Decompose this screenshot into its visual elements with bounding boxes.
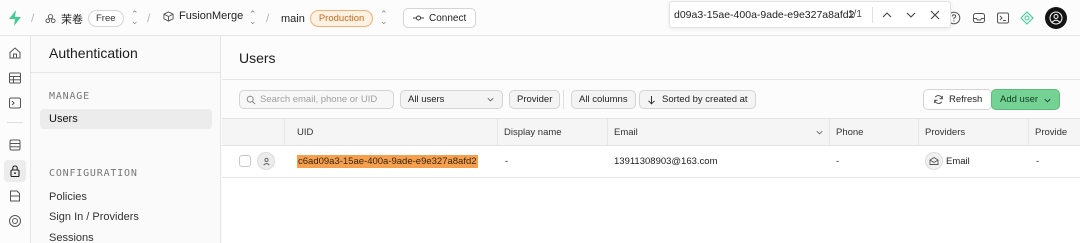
branch-name: main (281, 12, 305, 25)
provider-filter-label: Provider (517, 94, 553, 105)
section-label-configuration: CONFIGURATION (49, 168, 138, 179)
realtime-icon[interactable] (8, 214, 22, 228)
row-email: 13911308903@163.com (614, 156, 718, 167)
breadcrumb-org[interactable]: 茉卷 Free (45, 10, 124, 27)
user-icon (262, 157, 270, 165)
find-query[interactable]: d09a3-15ae-400a-9ade-e9e327a8afd2 (674, 9, 854, 21)
sort-button[interactable]: Sorted by created at (639, 90, 756, 109)
search-field[interactable] (239, 90, 394, 109)
inbox-icon[interactable] (972, 11, 986, 25)
sidebar-item-users[interactable]: Users (49, 113, 78, 125)
table-row[interactable]: c6ad09a3-15ae-400a-9ade-e9e327a8afd2 - 1… (222, 146, 1080, 178)
sidebar-item-sign-in-providers[interactable]: Sign In / Providers (49, 211, 139, 223)
assistant-icon[interactable] (1020, 11, 1034, 25)
row-phone: - (836, 156, 840, 167)
find-divider (872, 7, 873, 23)
project-switcher-icon[interactable]: ⌃ ⌄ (249, 10, 257, 26)
table-editor-icon[interactable] (8, 71, 22, 85)
breadcrumb-branch[interactable]: main Production (281, 10, 374, 27)
connect-button[interactable]: Connect (403, 8, 477, 28)
section-label-manage: MANAGE (49, 91, 90, 102)
sidebar-item-sessions[interactable]: Sessions (49, 232, 94, 243)
find-previous-icon[interactable] (880, 8, 894, 22)
page-title: Users (239, 50, 276, 66)
production-badge: Production (309, 10, 374, 27)
breadcrumb-separator: / (147, 11, 151, 25)
terminal-icon[interactable] (996, 11, 1010, 25)
columns-button[interactable]: All columns (571, 90, 636, 109)
find-close-icon[interactable] (928, 8, 942, 22)
arrow-down-icon (648, 95, 655, 105)
toolbar-divider (563, 90, 564, 109)
home-icon[interactable] (8, 46, 22, 60)
search-input[interactable] (260, 94, 390, 105)
org-plan-badge: Free (88, 10, 124, 27)
plug-icon (413, 15, 424, 21)
find-in-page-bar: d09a3-15ae-400a-9ade-e9e327a8afd2 1/1 (669, 1, 951, 28)
chevron-down-icon[interactable] (815, 128, 824, 137)
auth-sidebar: Authentication MANAGE Users CONFIGURATIO… (31, 36, 221, 243)
users-table: UID Display name Email Phone Providers P… (222, 118, 1080, 243)
database-icon[interactable] (8, 138, 22, 152)
main-content: Users All users Provider All columns Sor… (222, 36, 1080, 243)
user-row-icon (257, 152, 275, 170)
storage-icon[interactable] (8, 189, 22, 203)
breadcrumb-separator: / (266, 11, 270, 25)
add-user-label: Add user (1000, 94, 1039, 105)
mail-icon (929, 156, 939, 165)
users-filter-select[interactable]: All users (400, 90, 503, 109)
sidebar-divider (31, 72, 221, 73)
column-header-providers[interactable]: Providers (925, 127, 965, 138)
sidebar-title: Authentication (49, 45, 138, 61)
row-uid[interactable]: c6ad09a3-15ae-400a-9ade-e9e327a8afd2 (297, 155, 478, 168)
add-user-button[interactable]: Add user (991, 89, 1060, 110)
uid-search-highlight: c6ad09a3-15ae-400a-9ade-e9e327a8afd2 (297, 155, 478, 168)
connect-label: Connect (429, 12, 467, 24)
refresh-button[interactable]: Refresh (923, 89, 993, 110)
search-icon (246, 95, 256, 105)
breadcrumb-separator: / (31, 11, 35, 25)
project-box-icon (163, 10, 174, 22)
auth-lock-icon[interactable] (8, 164, 22, 178)
branch-switcher-icon[interactable]: ⌃ ⌄ (380, 10, 388, 26)
avatar-icon (1049, 11, 1063, 25)
project-name: FusionMerge (179, 10, 244, 22)
user-avatar[interactable] (1045, 7, 1067, 29)
column-header-uid[interactable]: UID (297, 127, 313, 138)
refresh-label: Refresh (949, 94, 983, 105)
sidebar-item-policies[interactable]: Policies (49, 191, 87, 203)
sort-label: Sorted by created at (662, 94, 748, 105)
refresh-icon (934, 95, 943, 104)
org-icon (45, 14, 56, 24)
chevron-down-icon (487, 97, 494, 102)
columns-label: All columns (579, 94, 628, 105)
row-checkbox[interactable] (239, 155, 251, 167)
provider-filter-button[interactable]: Provider (509, 90, 561, 109)
org-name: 茉卷 (61, 13, 83, 26)
breadcrumb-project[interactable]: FusionMerge (163, 10, 243, 22)
org-switcher-icon[interactable]: ⌃ ⌄ (131, 10, 139, 26)
column-header-email[interactable]: Email (614, 127, 638, 138)
supabase-dashboard: / 茉卷 Free ⌃ ⌄ / FusionMerge ⌃ ⌄ / main Pro… (0, 0, 1080, 243)
row-provider-extra: - (1036, 156, 1040, 167)
sql-editor-icon[interactable] (8, 96, 22, 110)
column-header-provider-type[interactable]: Provide (1035, 127, 1067, 138)
provider-email-badge (925, 152, 943, 170)
logo-icon[interactable] (8, 10, 22, 26)
rail-divider (7, 122, 23, 123)
header-divider (222, 79, 1080, 80)
find-count: 1/1 (848, 9, 862, 20)
find-next-icon[interactable] (904, 8, 918, 22)
row-provider: Email (946, 156, 970, 167)
table-header: UID Display name Email Phone Providers P… (222, 119, 1080, 146)
users-filter-label: All users (408, 94, 445, 105)
column-header-display-name[interactable]: Display name (504, 127, 562, 138)
column-header-phone[interactable]: Phone (836, 127, 863, 138)
row-display-name: - (505, 156, 509, 167)
chevron-down-icon (1044, 98, 1051, 103)
icon-rail (0, 36, 31, 243)
